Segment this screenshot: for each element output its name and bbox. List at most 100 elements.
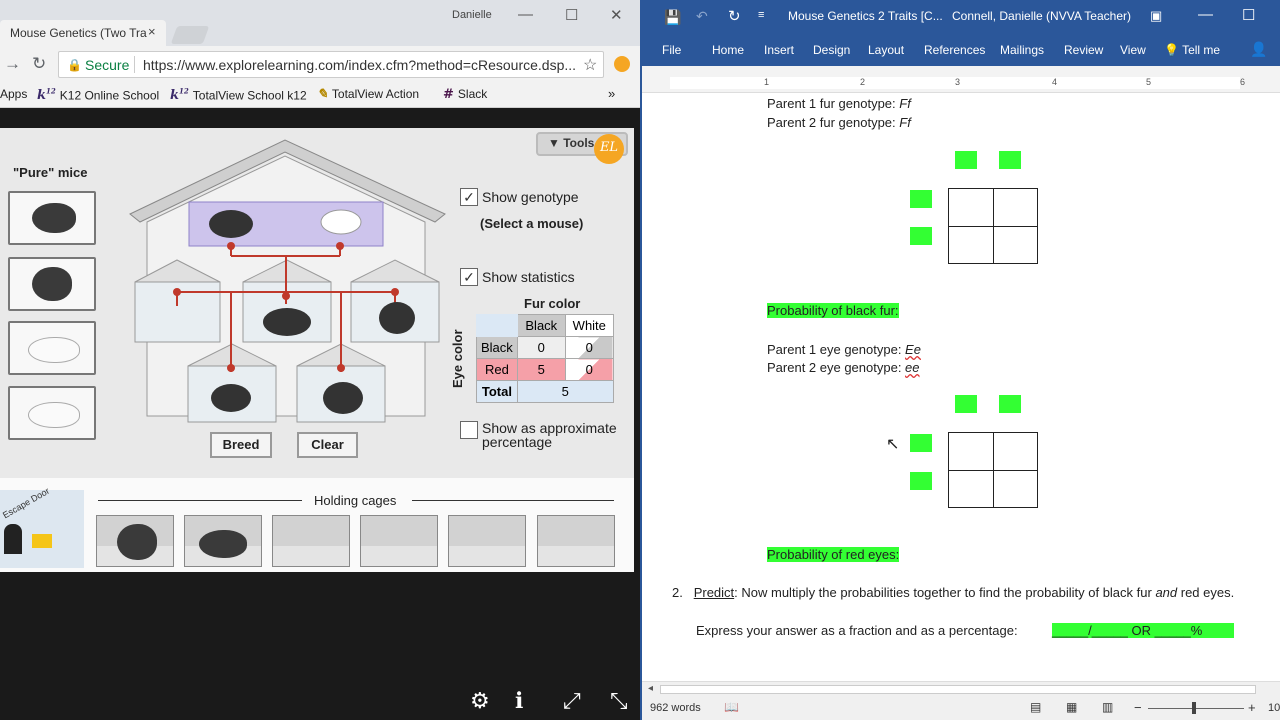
pure-mouse-black-black[interactable] <box>8 191 96 245</box>
redo-icon[interactable]: ↻ <box>728 7 741 25</box>
punnett-square-eye[interactable] <box>948 432 1038 508</box>
tab-insert[interactable]: Insert <box>764 43 794 57</box>
ribbon-display-icon[interactable]: ▣ <box>1150 8 1162 24</box>
url-text[interactable]: https://www.explorelearning.com/index.cf… <box>143 57 575 73</box>
parent1-eye-line: Parent 1 eye genotype: Ee <box>767 342 921 357</box>
read-mode-icon[interactable]: ▤ <box>1030 700 1041 714</box>
bookmark-totalview-school[interactable]: k12 TotalView School k12 <box>170 87 307 103</box>
show-statistics-checkbox[interactable]: ✓ <box>460 268 478 286</box>
punnett-blank[interactable] <box>910 227 932 245</box>
punnett-blank[interactable] <box>910 190 932 208</box>
divider <box>412 500 614 501</box>
offspring-mouse[interactable] <box>263 308 311 336</box>
minimize-icon[interactable]: — <box>1198 6 1213 23</box>
scroll-left-icon[interactable]: ◂ <box>648 683 653 694</box>
expand-icon[interactable]: ⤢ <box>563 688 581 714</box>
profile-name[interactable]: Danielle <box>452 9 492 21</box>
reload-icon[interactable]: ↻ <box>32 54 46 74</box>
zoom-slider[interactable] <box>1148 708 1244 709</box>
info-icon[interactable]: ℹ <box>515 688 523 714</box>
holding-cage-2[interactable] <box>184 515 262 567</box>
bookmarks-bar: Apps k12 K12 Online School k12 TotalView S… <box>0 82 640 108</box>
zoom-slider-handle[interactable] <box>1192 702 1196 714</box>
parent-mouse-white[interactable] <box>320 209 362 235</box>
show-approx-checkbox[interactable] <box>460 421 478 439</box>
horizontal-scrollbar[interactable]: ◂ <box>642 681 1280 697</box>
escape-door-area[interactable]: Escape Door <box>0 486 84 568</box>
offspring-mouse[interactable] <box>323 382 363 414</box>
bookmarks-more-icon[interactable]: » <box>608 86 615 101</box>
word-count[interactable]: 962 words <box>650 702 701 714</box>
collapse-icon[interactable]: ⤡ <box>610 688 628 714</box>
web-layout-icon[interactable]: ▥ <box>1102 700 1113 714</box>
zoom-in-icon[interactable]: + <box>1248 700 1256 715</box>
save-icon[interactable]: 💾 <box>664 9 681 26</box>
holding-cage-1[interactable] <box>96 515 174 567</box>
bookmark-slack[interactable]: # Slack <box>443 87 487 102</box>
door-icon <box>4 524 22 554</box>
punnett-square-fur[interactable] <box>948 188 1038 264</box>
tab-design[interactable]: Design <box>813 43 850 57</box>
bookmark-star-icon[interactable]: ☆ <box>583 55 597 75</box>
bookmark-apps[interactable]: Apps <box>0 87 27 101</box>
pure-mouse-white-black[interactable] <box>8 321 96 375</box>
customize-qat-icon[interactable]: ≡ <box>758 9 764 21</box>
holding-cage-6[interactable] <box>537 515 615 567</box>
maximize-icon[interactable]: ☐ <box>565 6 578 24</box>
maximize-icon[interactable]: ☐ <box>1242 6 1255 24</box>
close-tab-icon[interactable]: × <box>148 24 156 39</box>
punnett-blank[interactable] <box>999 151 1021 169</box>
tab-file[interactable]: File <box>662 43 681 57</box>
holding-cage-5[interactable] <box>448 515 526 567</box>
settings-icon[interactable]: ⚙ <box>470 688 490 714</box>
share-icon[interactable]: 👤 <box>1250 41 1267 58</box>
extension-icon[interactable] <box>614 56 630 72</box>
tell-me-box[interactable]: 💡 Tell me <box>1164 43 1220 57</box>
scrollbar-thumb[interactable] <box>660 685 1256 694</box>
secure-label: Secure <box>85 57 130 73</box>
tab-layout[interactable]: Layout <box>868 43 904 57</box>
zoom-out-icon[interactable]: − <box>1134 700 1142 715</box>
bookmark-totalview-action[interactable]: ✎ TotalView Action <box>317 87 419 102</box>
tab-view[interactable]: View <box>1120 43 1146 57</box>
account-name[interactable]: Connell, Danielle (NVVA Teacher) <box>952 9 1131 23</box>
ruler-number: 5 <box>1146 77 1152 87</box>
parent2-eye-line: Parent 2 eye genotype: ee <box>767 360 920 375</box>
punnett-blank[interactable] <box>999 395 1021 413</box>
holding-cage-3[interactable] <box>272 515 350 567</box>
address-bar[interactable]: 🔒 Secure https://www.explorelearning.com… <box>58 51 604 78</box>
punnett-blank[interactable] <box>910 434 932 452</box>
print-layout-icon[interactable]: ▦ <box>1066 700 1077 714</box>
tab-references[interactable]: References <box>924 43 985 57</box>
bookmark-k12-online[interactable]: k12 K12 Online School <box>37 87 159 103</box>
zoom-percentage[interactable]: 10 <box>1268 702 1280 714</box>
breeding-house <box>129 139 446 423</box>
pure-mouse-black-red[interactable] <box>8 257 96 311</box>
punnett-blank[interactable] <box>955 395 977 413</box>
col-header-black: Black <box>516 314 566 337</box>
pure-mouse-white-red[interactable] <box>8 386 96 440</box>
minimize-icon[interactable]: — <box>518 6 533 23</box>
forward-icon[interactable]: → <box>4 54 21 74</box>
clear-button[interactable]: Clear <box>297 432 358 458</box>
answer-field[interactable]: _____/_____ OR _____% <box>1052 623 1234 638</box>
new-tab-button[interactable] <box>170 26 210 44</box>
undo-icon[interactable]: ↶ <box>696 8 708 25</box>
cell-black-black: 0 <box>516 336 566 359</box>
show-genotype-checkbox[interactable]: ✓ <box>460 188 478 206</box>
tab-review[interactable]: Review <box>1064 43 1103 57</box>
tab-home[interactable]: Home <box>712 43 744 57</box>
tab-mouse-genetics[interactable]: Mouse Genetics (Two Tra × <box>0 20 166 46</box>
document-page[interactable]: Parent 1 fur genotype: Ff Parent 2 fur g… <box>642 93 1280 681</box>
tab-mailings[interactable]: Mailings <box>1000 43 1044 57</box>
punnett-blank[interactable] <box>955 151 977 169</box>
parent-mouse-black[interactable] <box>209 210 253 238</box>
holding-cage-4[interactable] <box>360 515 438 567</box>
close-window-icon[interactable]: ✕ <box>610 6 623 24</box>
proofing-icon[interactable]: 📖 <box>724 700 739 714</box>
totalview-icon: ✎ <box>317 87 328 102</box>
offspring-mouse[interactable] <box>379 302 415 334</box>
breed-button[interactable]: Breed <box>210 432 272 458</box>
offspring-mouse[interactable] <box>211 384 251 412</box>
punnett-blank[interactable] <box>910 472 932 490</box>
